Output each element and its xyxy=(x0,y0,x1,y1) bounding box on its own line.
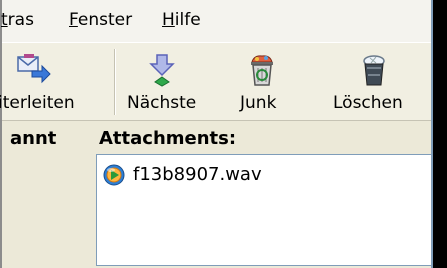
menu-bar: tras Fenster Hilfe xyxy=(1,0,431,43)
media-file-icon xyxy=(103,164,125,186)
attachment-filename: f13b8907.wav xyxy=(133,164,262,185)
menu-fenster[interactable]: Fenster xyxy=(69,10,132,30)
delete-button[interactable]: Löschen xyxy=(326,43,426,120)
attachments-list[interactable]: f13b8907.wav xyxy=(96,154,432,266)
junk-label: Junk xyxy=(240,93,277,113)
toolbar: iterleiten Nächste Junk Löschen xyxy=(0,43,431,121)
next-down-arrow-icon xyxy=(149,54,175,87)
junk-button[interactable]: Junk xyxy=(226,43,302,120)
menu-extras-accel: t xyxy=(1,10,8,30)
forward-icon xyxy=(17,54,51,84)
forward-button[interactable]: iterleiten xyxy=(0,43,100,120)
toolbar-separator xyxy=(114,49,116,115)
menu-extras[interactable]: tras xyxy=(1,10,34,30)
attachments-label: Attachments: xyxy=(99,128,237,149)
delete-bin-icon xyxy=(363,55,385,86)
delete-label: Löschen xyxy=(333,93,403,113)
message-header-pane: annt Attachments: f13b8907.wav xyxy=(2,121,432,268)
next-button[interactable]: Nächste xyxy=(122,43,202,120)
menu-hilfe-label: ilfe xyxy=(174,10,201,30)
menu-hilfe-accel: H xyxy=(162,10,175,30)
menu-hilfe[interactable]: Hilfe xyxy=(162,10,201,30)
menu-fenster-label: enster xyxy=(77,10,133,30)
next-label: Nächste xyxy=(127,93,197,113)
window-frame-right xyxy=(433,0,447,268)
menu-fenster-accel: F xyxy=(69,10,78,30)
menu-extras-label: ras xyxy=(7,10,34,30)
junk-bin-icon xyxy=(251,55,273,86)
forward-label: iterleiten xyxy=(0,93,75,113)
header-field-label: annt xyxy=(10,128,57,149)
